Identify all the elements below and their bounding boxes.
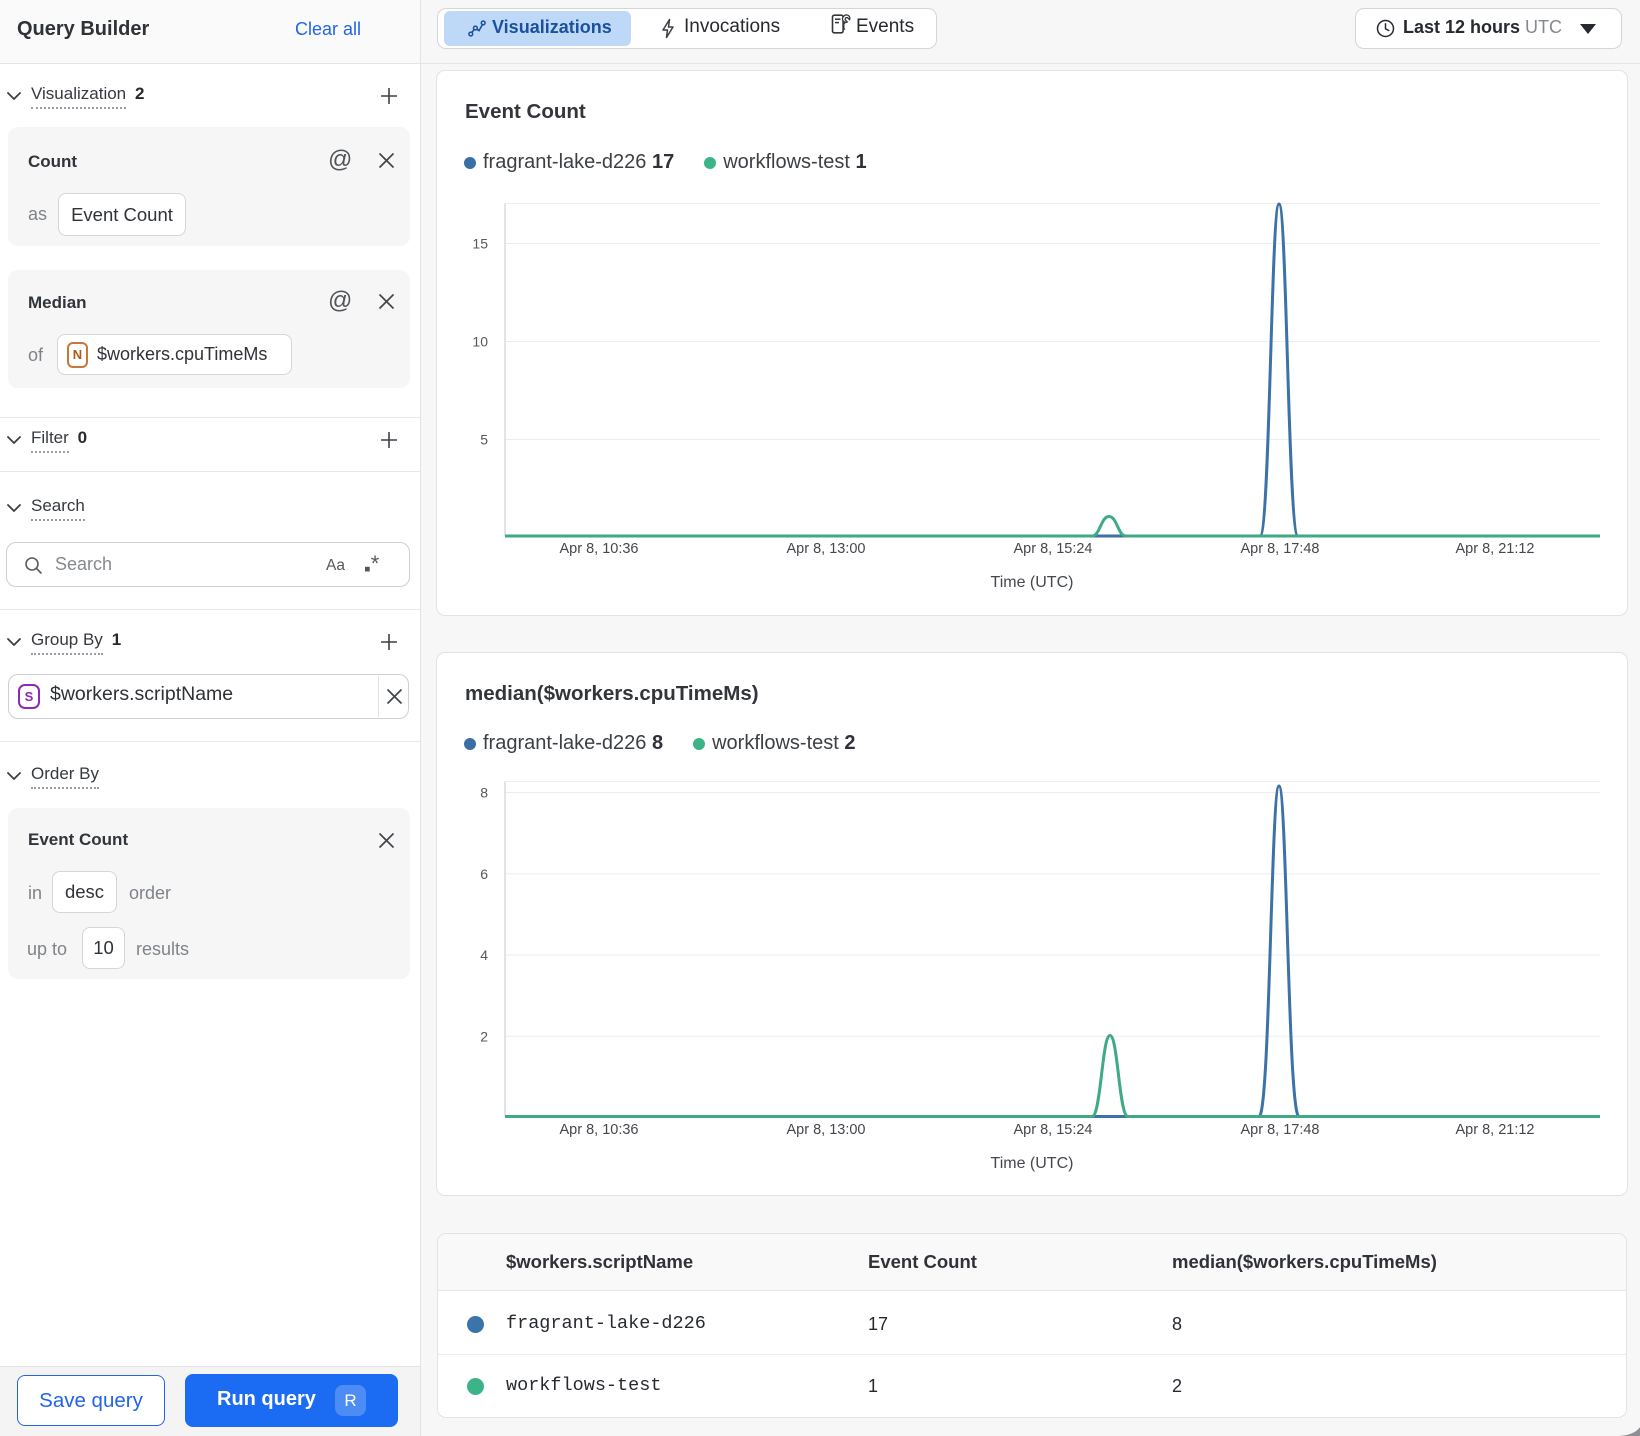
svg-text:6: 6 xyxy=(480,866,488,882)
svg-text:Time (UTC): Time (UTC) xyxy=(991,1155,1074,1172)
svg-text:5: 5 xyxy=(480,432,488,448)
svg-text:Apr 8, 17:48: Apr 8, 17:48 xyxy=(1241,1122,1320,1138)
svg-text:15: 15 xyxy=(472,236,488,252)
svg-text:Apr 8, 17:48: Apr 8, 17:48 xyxy=(1241,541,1320,557)
svg-text:Apr 8, 21:12: Apr 8, 21:12 xyxy=(1456,1122,1535,1138)
svg-text:Apr 8, 13:00: Apr 8, 13:00 xyxy=(787,1122,866,1138)
svg-text:2: 2 xyxy=(480,1028,488,1044)
svg-text:Time (UTC): Time (UTC) xyxy=(991,574,1074,591)
svg-text:Apr 8, 21:12: Apr 8, 21:12 xyxy=(1456,541,1535,557)
svg-text:Apr 8, 15:24: Apr 8, 15:24 xyxy=(1014,541,1093,557)
svg-text:Apr 8, 15:24: Apr 8, 15:24 xyxy=(1014,1122,1093,1138)
svg-text:8: 8 xyxy=(480,785,488,801)
svg-text:10: 10 xyxy=(472,334,488,350)
svg-text:Apr 8, 13:00: Apr 8, 13:00 xyxy=(787,541,866,557)
svg-text:4: 4 xyxy=(480,947,488,963)
svg-text:Apr 8, 10:36: Apr 8, 10:36 xyxy=(560,1122,639,1138)
svg-text:Apr 8, 10:36: Apr 8, 10:36 xyxy=(560,541,639,557)
